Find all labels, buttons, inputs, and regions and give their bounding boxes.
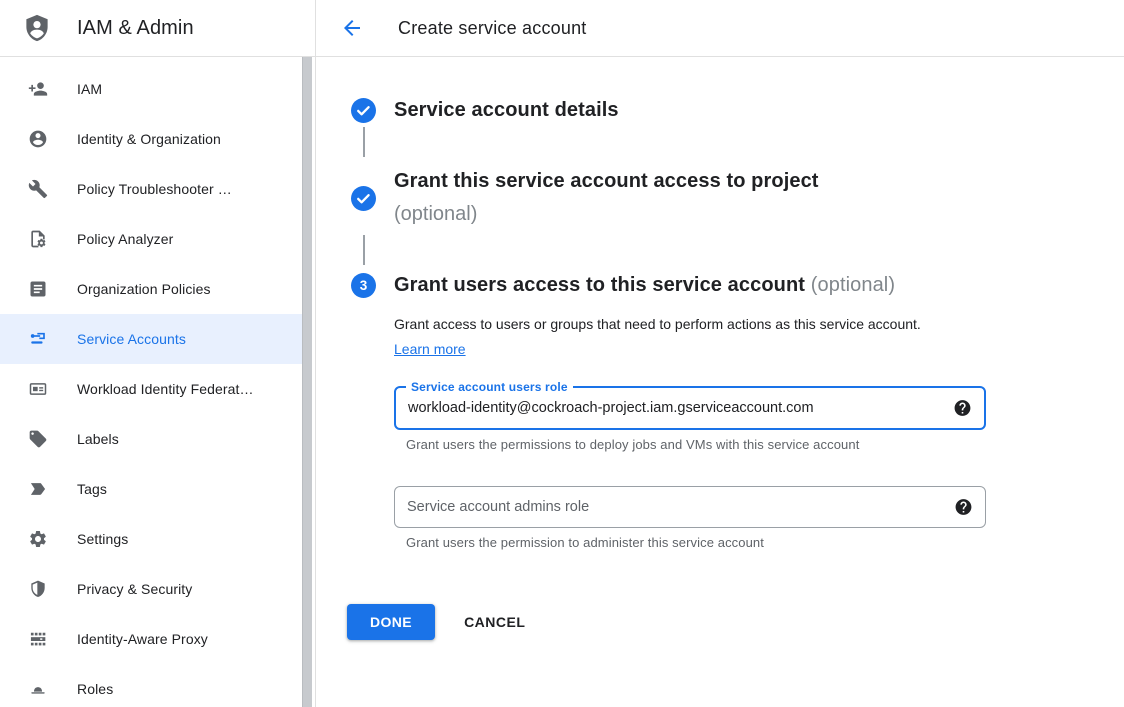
privacy-shield-icon — [28, 579, 48, 599]
sidebar-nav: IAM Identity & Organization Policy Troub… — [0, 57, 315, 707]
cancel-button[interactable]: CANCEL — [464, 614, 525, 630]
step-2-title: Grant this service account access to pro… — [394, 165, 819, 198]
sidebar-item-settings[interactable]: Settings — [0, 514, 302, 564]
done-button[interactable]: DONE — [347, 604, 435, 640]
sidebar-item-label: IAM — [77, 81, 102, 97]
learn-more-link[interactable]: Learn more — [394, 341, 466, 357]
sidebar-item-label: Policy Analyzer — [77, 231, 173, 247]
iap-grid-icon — [28, 629, 48, 649]
sidebar-item-iam[interactable]: IAM — [0, 64, 302, 114]
sidebar-item-policy-troubleshooter[interactable]: Policy Troubleshooter … — [0, 164, 302, 214]
sidebar-item-identity-organization[interactable]: Identity & Organization — [0, 114, 302, 164]
account-circle-icon — [28, 129, 48, 149]
step-3-optional-label: (optional) — [811, 274, 895, 296]
admins-role-helper-text: Grant users the permission to administer… — [406, 535, 1124, 551]
tag-arrow-icon — [28, 479, 48, 499]
form-actions: DONE CANCEL — [347, 604, 1124, 640]
gear-icon — [28, 529, 48, 549]
sidebar-item-label: Roles — [77, 681, 113, 697]
page-header: Create service account — [316, 0, 1124, 57]
wrench-icon — [28, 179, 48, 199]
sidebar-item-roles[interactable]: Roles — [0, 664, 302, 707]
policy-analyzer-icon — [28, 229, 48, 249]
iam-admin-console: IAM & Admin IAM Identity & Organization … — [0, 0, 1124, 707]
role-hat-icon — [28, 679, 48, 699]
sidebar-item-organization-policies[interactable]: Organization Policies — [0, 264, 302, 314]
sidebar-item-label: Workload Identity Federat… — [77, 381, 254, 397]
step-2-optional-label: (optional) — [394, 198, 819, 231]
sidebar-header: IAM & Admin — [0, 0, 315, 57]
person-add-icon — [28, 79, 48, 99]
users-role-field: Service account users role — [394, 386, 986, 430]
check-circle-icon — [351, 98, 376, 123]
users-role-field-label: Service account users role — [406, 379, 573, 395]
service-account-icon — [28, 329, 48, 349]
step-3-description: Grant access to users or groups that nee… — [394, 312, 950, 362]
admins-role-input[interactable] — [395, 487, 985, 527]
create-service-account-form: Service account details Grant this servi… — [316, 57, 1124, 640]
step-connector — [363, 235, 365, 265]
sidebar-item-service-accounts[interactable]: Service Accounts — [0, 314, 302, 364]
step-3-title: Grant users access to this service accou… — [394, 274, 895, 297]
sidebar-item-identity-aware-proxy[interactable]: Identity-Aware Proxy — [0, 614, 302, 664]
help-icon[interactable] — [954, 498, 973, 517]
sidebar-item-label: Service Accounts — [77, 331, 186, 347]
step-1-service-account-details: Service account details — [351, 98, 1124, 123]
label-tag-icon — [28, 429, 48, 449]
sidebar-item-label: Identity & Organization — [77, 131, 221, 147]
step-1-title: Service account details — [394, 99, 619, 122]
sidebar-item-label: Policy Troubleshooter … — [77, 181, 232, 197]
sidebar-item-label: Identity-Aware Proxy — [77, 631, 208, 647]
sidebar-item-label: Settings — [77, 531, 128, 547]
users-role-helper-text: Grant users the permissions to deploy jo… — [406, 437, 1124, 453]
sidebar-item-label: Privacy & Security — [77, 581, 192, 597]
check-circle-icon — [351, 186, 376, 211]
help-icon[interactable] — [953, 399, 972, 418]
article-icon — [28, 279, 48, 299]
step-connector — [363, 127, 365, 157]
step-3-grant-users-access: 3 Grant users access to this service acc… — [351, 273, 1124, 298]
step-2-grant-access-to-project: Grant this service account access to pro… — [351, 165, 1124, 231]
iam-shield-person-icon — [22, 13, 52, 43]
page-title: Create service account — [398, 18, 587, 39]
badge-card-icon — [28, 379, 48, 399]
main-panel: Create service account Service account d… — [316, 0, 1124, 707]
sidebar-scrollbar-thumb[interactable] — [302, 57, 312, 707]
admins-role-field — [394, 486, 986, 528]
sidebar-item-label: Tags — [77, 481, 107, 497]
sidebar-item-tags[interactable]: Tags — [0, 464, 302, 514]
sidebar-title: IAM & Admin — [77, 17, 194, 40]
arrow-back-icon — [340, 16, 364, 40]
back-button[interactable] — [340, 16, 364, 40]
step-3-number-badge: 3 — [351, 273, 376, 298]
sidebar-item-labels[interactable]: Labels — [0, 414, 302, 464]
sidebar-item-workload-identity-federat[interactable]: Workload Identity Federat… — [0, 364, 302, 414]
sidebar-item-label: Organization Policies — [77, 281, 211, 297]
sidebar-item-label: Labels — [77, 431, 119, 447]
sidebar-item-privacy-security[interactable]: Privacy & Security — [0, 564, 302, 614]
sidebar-item-policy-analyzer[interactable]: Policy Analyzer — [0, 214, 302, 264]
sidebar: IAM & Admin IAM Identity & Organization … — [0, 0, 316, 707]
